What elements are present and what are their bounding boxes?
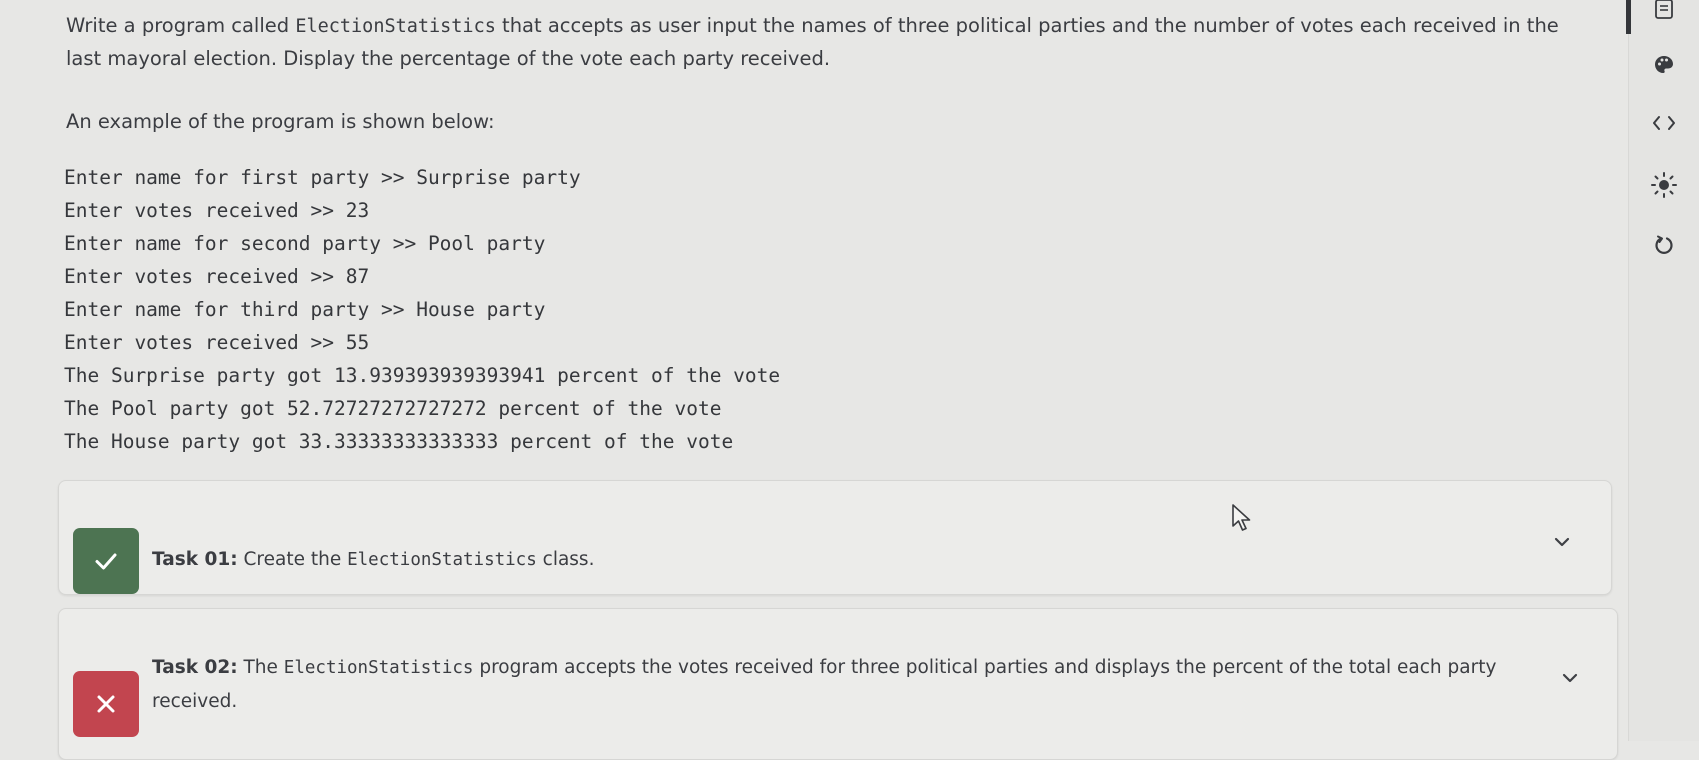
instructions-text: Write a program called ElectionStatistic… xyxy=(66,10,1596,75)
example-heading: An example of the program is shown below… xyxy=(66,110,495,133)
task-number: Task 02: xyxy=(152,657,238,678)
console-line: Enter name for third party >> House part… xyxy=(64,298,546,321)
instructions-panel: Write a program called ElectionStatistic… xyxy=(0,0,1628,760)
task-text-before: The xyxy=(237,657,284,678)
task-status-passed xyxy=(73,528,139,594)
active-indicator xyxy=(1626,0,1631,34)
task-code: ElectionStatistics xyxy=(283,658,474,678)
console-line: The Surprise party got 13.93939393939394… xyxy=(64,364,781,387)
task-text-before: Create the xyxy=(237,549,348,570)
console-line: Enter name for first party >> Surprise p… xyxy=(64,166,581,189)
instructions-part1: Write a program called xyxy=(66,14,296,37)
checkmark-icon xyxy=(95,553,117,570)
x-icon xyxy=(97,695,115,713)
reset-icon[interactable] xyxy=(1649,230,1679,260)
console-line: Enter votes received >> 55 xyxy=(64,331,370,354)
brightness-icon[interactable] xyxy=(1649,170,1679,200)
class-name-code: ElectionStatistics xyxy=(295,16,496,37)
console-line: Enter name for second party >> Pool part… xyxy=(64,232,546,255)
chevron-down-icon[interactable] xyxy=(1551,531,1573,553)
task-number: Task 01: xyxy=(152,549,238,570)
task-card-1[interactable]: Task 01: Create the ElectionStatistics c… xyxy=(58,480,1612,595)
chevron-down-icon[interactable] xyxy=(1559,667,1581,689)
task-status-failed xyxy=(73,671,139,737)
example-console-output: Enter name for first party >> Surprise p… xyxy=(64,161,780,458)
task-code: ElectionStatistics xyxy=(347,550,537,570)
console-line: The House party got 33.33333333333333 pe… xyxy=(64,430,734,453)
console-line: Enter votes received >> 23 xyxy=(64,199,370,222)
mouse-cursor-icon xyxy=(1232,504,1251,531)
console-line: Enter votes received >> 87 xyxy=(64,265,370,288)
right-toolbar xyxy=(1626,0,1699,741)
console-line: The Pool party got 52.72727272727272 per… xyxy=(64,397,722,420)
code-icon[interactable] xyxy=(1649,108,1679,138)
palette-icon[interactable] xyxy=(1649,50,1679,80)
task-card-2[interactable]: Task 02: The ElectionStatistics program … xyxy=(58,608,1618,760)
task-text-after: class. xyxy=(536,549,595,570)
task-description: Task 01: Create the ElectionStatistics c… xyxy=(152,543,594,577)
task-description: Task 02: The ElectionStatistics program … xyxy=(152,651,1542,718)
document-icon[interactable] xyxy=(1649,0,1679,24)
